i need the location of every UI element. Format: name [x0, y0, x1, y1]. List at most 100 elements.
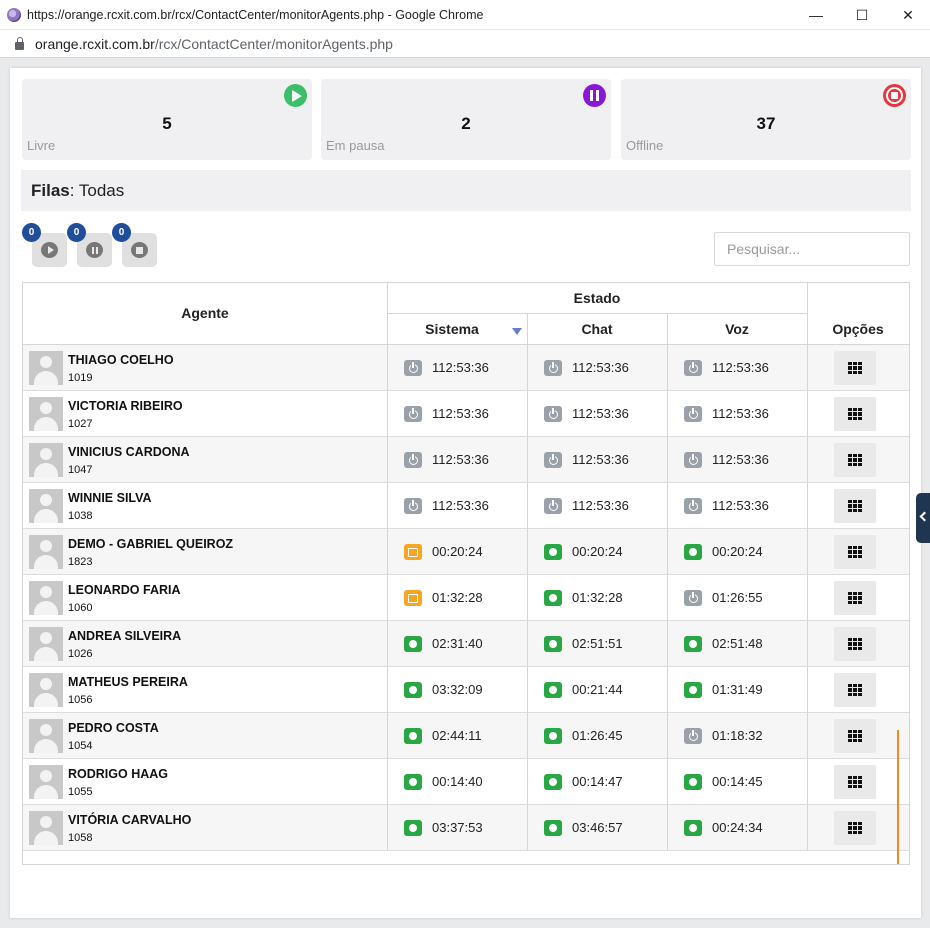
avatar	[29, 489, 63, 523]
agents-table: Agente Estado Sistema Chat Voz Opções TH…	[22, 282, 910, 865]
agent-name: VINICIUS CARDONA	[68, 445, 190, 459]
monitor-panel: 5 Livre 2 Em pausa 37 Offline Filas: Tod…	[10, 68, 921, 918]
voz-time: 112:53:36	[712, 406, 769, 421]
options-button[interactable]	[834, 673, 876, 707]
offline-status-icon	[684, 728, 702, 744]
online-status-icon	[544, 682, 562, 698]
avatar	[29, 627, 63, 661]
chat-time: 00:14:47	[572, 774, 623, 789]
grid-icon	[848, 822, 862, 834]
card-value: 2	[461, 114, 471, 133]
grid-icon	[848, 730, 862, 742]
header-opcoes: Opções	[832, 321, 884, 337]
online-status-icon	[544, 774, 562, 790]
grid-icon	[848, 362, 862, 374]
table-row: LEONARDO FARIA 1060 01:32:28 01:32:28 01:26:…	[23, 575, 909, 621]
offline-status-icon	[404, 360, 422, 376]
header-voz[interactable]: Voz	[667, 321, 807, 337]
online-status-icon	[404, 636, 422, 652]
table-row: WINNIE SILVA 1038 112:53:36 112:53:36 112:53…	[23, 483, 909, 529]
options-button[interactable]	[834, 719, 876, 753]
page-viewport: 5 Livre 2 Em pausa 37 Offline Filas: Tod…	[0, 58, 930, 928]
avatar	[29, 443, 63, 477]
paused-status-icon	[404, 590, 422, 606]
online-status-icon	[544, 728, 562, 744]
voz-time: 01:26:55	[712, 590, 763, 605]
pause-icon	[86, 242, 103, 258]
card-offline[interactable]: 37 Offline	[621, 79, 911, 160]
agent-extension: 1038	[68, 510, 93, 522]
options-button[interactable]	[834, 443, 876, 477]
chat-time: 02:51:51	[572, 636, 623, 651]
chat-time: 01:32:28	[572, 590, 623, 605]
offline-status-icon	[544, 360, 562, 376]
agent-name: VICTORIA RIBEIRO	[68, 399, 183, 413]
sistema-time: 112:53:36	[432, 452, 489, 467]
minimize-icon[interactable]: —	[793, 0, 839, 30]
url-text[interactable]: orange.rcxit.com.br/rcx/ContactCenter/mo…	[35, 36, 393, 52]
chat-time: 112:53:36	[572, 452, 629, 467]
scroll-indicator	[897, 730, 899, 864]
agent-extension: 1019	[68, 372, 93, 384]
agent-name: MATHEUS PEREIRA	[68, 675, 188, 689]
agent-name: DEMO - GABRIEL QUEIROZ	[68, 537, 234, 551]
filas-value: : Todas	[69, 181, 125, 200]
chat-time: 00:20:24	[572, 544, 623, 559]
grid-icon	[848, 684, 862, 696]
avatar	[29, 351, 63, 385]
online-status-icon	[684, 682, 702, 698]
voz-time: 00:20:24	[712, 544, 763, 559]
options-button[interactable]	[834, 351, 876, 385]
voz-time: 01:18:32	[712, 728, 763, 743]
sistema-time: 01:32:28	[432, 590, 483, 605]
chat-time: 112:53:36	[572, 498, 629, 513]
options-button[interactable]	[834, 811, 876, 845]
lock-icon	[15, 37, 24, 50]
card-value: 37	[756, 114, 776, 133]
close-icon[interactable]: ✕	[885, 0, 930, 30]
header-chat[interactable]: Chat	[527, 321, 667, 337]
agent-extension: 1823	[68, 556, 93, 568]
grid-icon	[848, 546, 862, 558]
maximize-icon[interactable]: ☐	[839, 0, 885, 30]
sistema-time: 00:20:24	[432, 544, 483, 559]
table-row: VINICIUS CARDONA 1047 112:53:36 112:53:36 11…	[23, 437, 909, 483]
sistema-time: 112:53:36	[432, 498, 489, 513]
table-header: Agente Estado Sistema Chat Voz Opções	[23, 283, 909, 345]
header-sistema[interactable]: Sistema	[387, 321, 517, 337]
online-status-icon	[684, 636, 702, 652]
card-livre[interactable]: 5 Livre	[22, 79, 312, 160]
options-button[interactable]	[834, 489, 876, 523]
chat-time: 03:46:57	[572, 820, 623, 835]
address-bar[interactable]: orange.rcxit.com.br/rcx/ContactCenter/mo…	[0, 31, 930, 58]
pause-icon	[583, 84, 606, 107]
filas-bar: Filas: Todas	[21, 170, 911, 211]
sort-desc-icon[interactable]	[512, 328, 522, 335]
agent-extension: 1026	[68, 648, 93, 660]
agent-extension: 1055	[68, 786, 93, 798]
header-agente[interactable]: Agente	[23, 305, 387, 321]
side-panel-toggle[interactable]	[916, 493, 930, 543]
filter-pausa-count: 0	[67, 223, 86, 242]
play-icon	[284, 84, 307, 107]
grid-icon	[848, 454, 862, 466]
options-button[interactable]	[834, 765, 876, 799]
sistema-time: 03:37:53	[432, 820, 483, 835]
header-estado: Estado	[573, 290, 621, 306]
table-row: RODRIGO HAAG 1055 00:14:40 00:14:47 00:14:45	[23, 759, 909, 805]
search-input[interactable]	[714, 232, 910, 266]
card-em-pausa[interactable]: 2 Em pausa	[321, 79, 611, 160]
offline-status-icon	[544, 452, 562, 468]
options-button[interactable]	[834, 627, 876, 661]
options-button[interactable]	[834, 581, 876, 615]
table-row: MATHEUS PEREIRA 1056 03:32:09 00:21:44 01:31…	[23, 667, 909, 713]
online-status-icon	[684, 820, 702, 836]
online-status-icon	[544, 636, 562, 652]
table-row: VITÓRIA CARVALHO 1058 03:37:53 03:46:57 00:2…	[23, 805, 909, 851]
avatar	[29, 581, 63, 615]
card-label: Livre	[27, 138, 56, 153]
online-status-icon	[404, 774, 422, 790]
table-body[interactable]: 9999 THIAGO COELHO1019112:53:36112:53:36…	[23, 345, 909, 864]
options-button[interactable]	[834, 397, 876, 431]
options-button[interactable]	[834, 535, 876, 569]
